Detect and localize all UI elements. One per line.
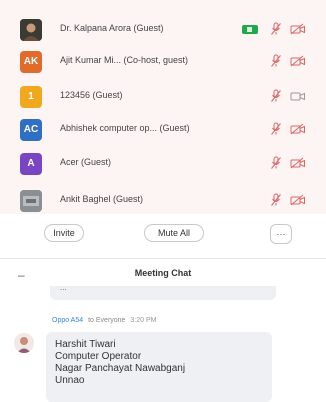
participant-row[interactable]: A Acer (Guest): [0, 147, 326, 180]
participant-initials-avatar: AC: [20, 118, 42, 141]
microphone-muted-icon[interactable]: [270, 89, 282, 103]
message-line: Harshit Tiwari: [55, 339, 116, 350]
participant-name: Acer (Guest): [60, 157, 112, 167]
microphone-muted-icon[interactable]: [270, 122, 282, 136]
microphone-muted-icon[interactable]: [270, 22, 282, 36]
message-line: Computer Operator: [55, 351, 142, 362]
chat-title: Meeting Chat: [134, 268, 192, 278]
video-camera-off-icon[interactable]: [290, 123, 306, 135]
participant-name: 123456 (Guest): [60, 90, 123, 100]
participant-initials-avatar: 1: [20, 85, 42, 108]
video-camera-on-icon: [242, 25, 258, 34]
message-time: 3:20 PM: [130, 317, 157, 324]
participant-name: Abhishek computer op... (Guest): [60, 123, 190, 133]
message-line: Unnao: [55, 375, 85, 386]
participant-photo-avatar: [20, 18, 42, 41]
participant-row[interactable]: Dr. Kalpana Arora (Guest): [0, 13, 326, 46]
participant-row[interactable]: AC Abhishek computer op... (Guest): [0, 113, 326, 146]
video-camera-off-icon[interactable]: [290, 55, 306, 67]
message-recipient: to Everyone: [88, 317, 126, 324]
participant-name: Dr. Kalpana Arora (Guest): [60, 23, 164, 33]
participant-row[interactable]: 1 123456 (Guest): [0, 80, 326, 113]
participant-photo-avatar: [20, 189, 42, 212]
participant-row[interactable]: AK Ajit Kumar Mi... (Co-host, guest): [0, 45, 326, 78]
microphone-muted-icon[interactable]: [270, 54, 282, 68]
video-camera-off-icon[interactable]: [290, 194, 306, 206]
message-line: Nagar Panchayat Nawabganj: [55, 363, 186, 374]
mute-all-button[interactable]: Mute All: [144, 224, 204, 242]
sender-avatar: [14, 333, 34, 353]
participant-name: Ajit Kumar Mi... (Co-host, guest): [60, 55, 189, 65]
sender-name[interactable]: Oppo A54: [52, 317, 83, 324]
video-camera-icon[interactable]: [290, 90, 306, 102]
invite-button[interactable]: Invite: [44, 224, 84, 242]
microphone-muted-icon[interactable]: [270, 156, 282, 170]
participant-row[interactable]: Ankit Baghel (Guest): [0, 184, 326, 217]
participant-list: Dr. Kalpana Arora (Guest) AK Ajit Kumar …: [0, 0, 326, 214]
more-options-icon[interactable]: ⋯: [270, 224, 292, 244]
video-camera-off-icon[interactable]: [290, 157, 306, 169]
previous-message-bubble: ...: [50, 286, 276, 300]
message-header: Oppo A54 to Everyone 3:20 PM: [52, 317, 159, 324]
participant-name: Ankit Baghel (Guest): [60, 194, 144, 204]
participant-initials-avatar: A: [20, 152, 42, 175]
microphone-muted-icon[interactable]: [270, 193, 282, 207]
video-camera-off-icon[interactable]: [290, 23, 306, 35]
chat-header: – Meeting Chat: [0, 258, 326, 287]
message-bubble: Harshit Tiwari Computer Operator Nagar P…: [46, 332, 272, 402]
participant-initials-avatar: AK: [20, 50, 42, 73]
